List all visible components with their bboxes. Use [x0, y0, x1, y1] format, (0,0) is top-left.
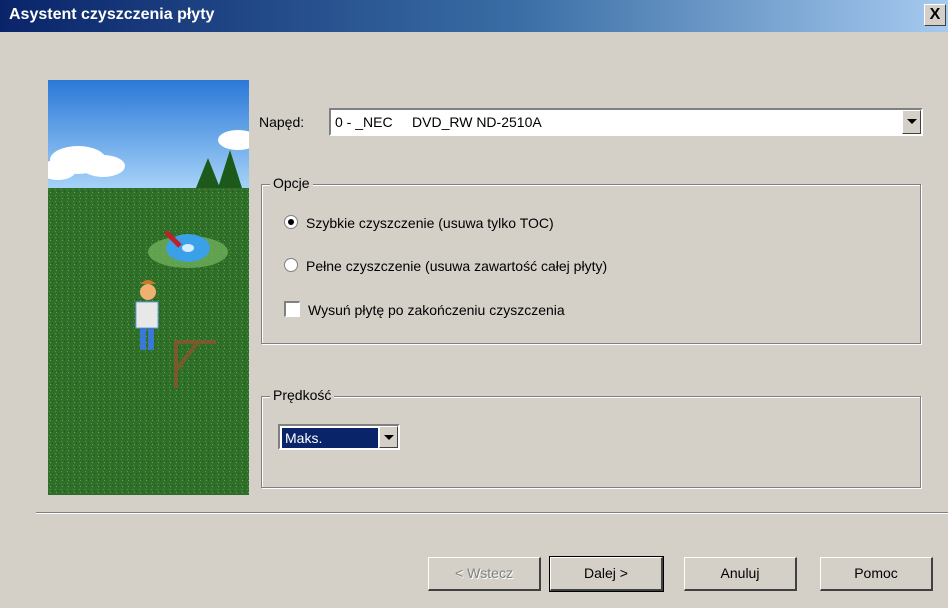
title-bar[interactable]: Asystent czyszczenia płyty X — [0, 0, 948, 32]
full-clean-label: Pełne czyszczenie (usuwa zawartość całej… — [306, 258, 608, 274]
eject-checkbox[interactable]: Wysuń płytę po zakończeniu czyszczenia — [284, 301, 565, 318]
separator — [36, 512, 948, 514]
options-group: Opcje Szybkie czyszczenie (usuwa tylko T… — [261, 175, 921, 344]
close-button[interactable]: X — [924, 4, 946, 26]
help-button[interactable]: Pomoc — [820, 557, 933, 591]
checkbox-icon[interactable] — [284, 301, 300, 317]
quick-clean-radio[interactable]: Szybkie czyszczenie (usuwa tylko TOC) — [284, 215, 554, 231]
full-clean-radio[interactable]: Pełne czyszczenie (usuwa zawartość całej… — [284, 258, 607, 274]
window-title: Asystent czyszczenia płyty — [9, 6, 215, 23]
options-legend: Opcje — [270, 175, 313, 191]
eject-label: Wysuń płytę po zakończeniu czyszczenia — [308, 302, 565, 318]
drive-select[interactable]: 0 - _NEC DVD_RW ND-2510A — [329, 108, 923, 136]
speed-value: Maks. — [282, 428, 378, 448]
back-button[interactable]: < Wstecz — [428, 557, 541, 591]
radio-icon[interactable] — [284, 258, 298, 272]
quick-clean-label: Szybkie czyszczenie (usuwa tylko TOC) — [306, 215, 554, 231]
cancel-button[interactable]: Anuluj — [684, 557, 797, 591]
radio-selected-icon[interactable] — [284, 215, 298, 229]
drive-label: Napęd: — [259, 114, 305, 130]
speed-select[interactable]: Maks. — [278, 424, 400, 450]
wizard-illustration — [48, 80, 249, 495]
drive-value: 0 - _NEC DVD_RW ND-2510A — [335, 114, 542, 130]
speed-dropdown-button[interactable] — [379, 426, 398, 448]
next-button[interactable]: Dalej > — [549, 556, 664, 592]
speed-legend: Prędkość — [270, 387, 335, 403]
drive-dropdown-button[interactable] — [902, 110, 921, 134]
